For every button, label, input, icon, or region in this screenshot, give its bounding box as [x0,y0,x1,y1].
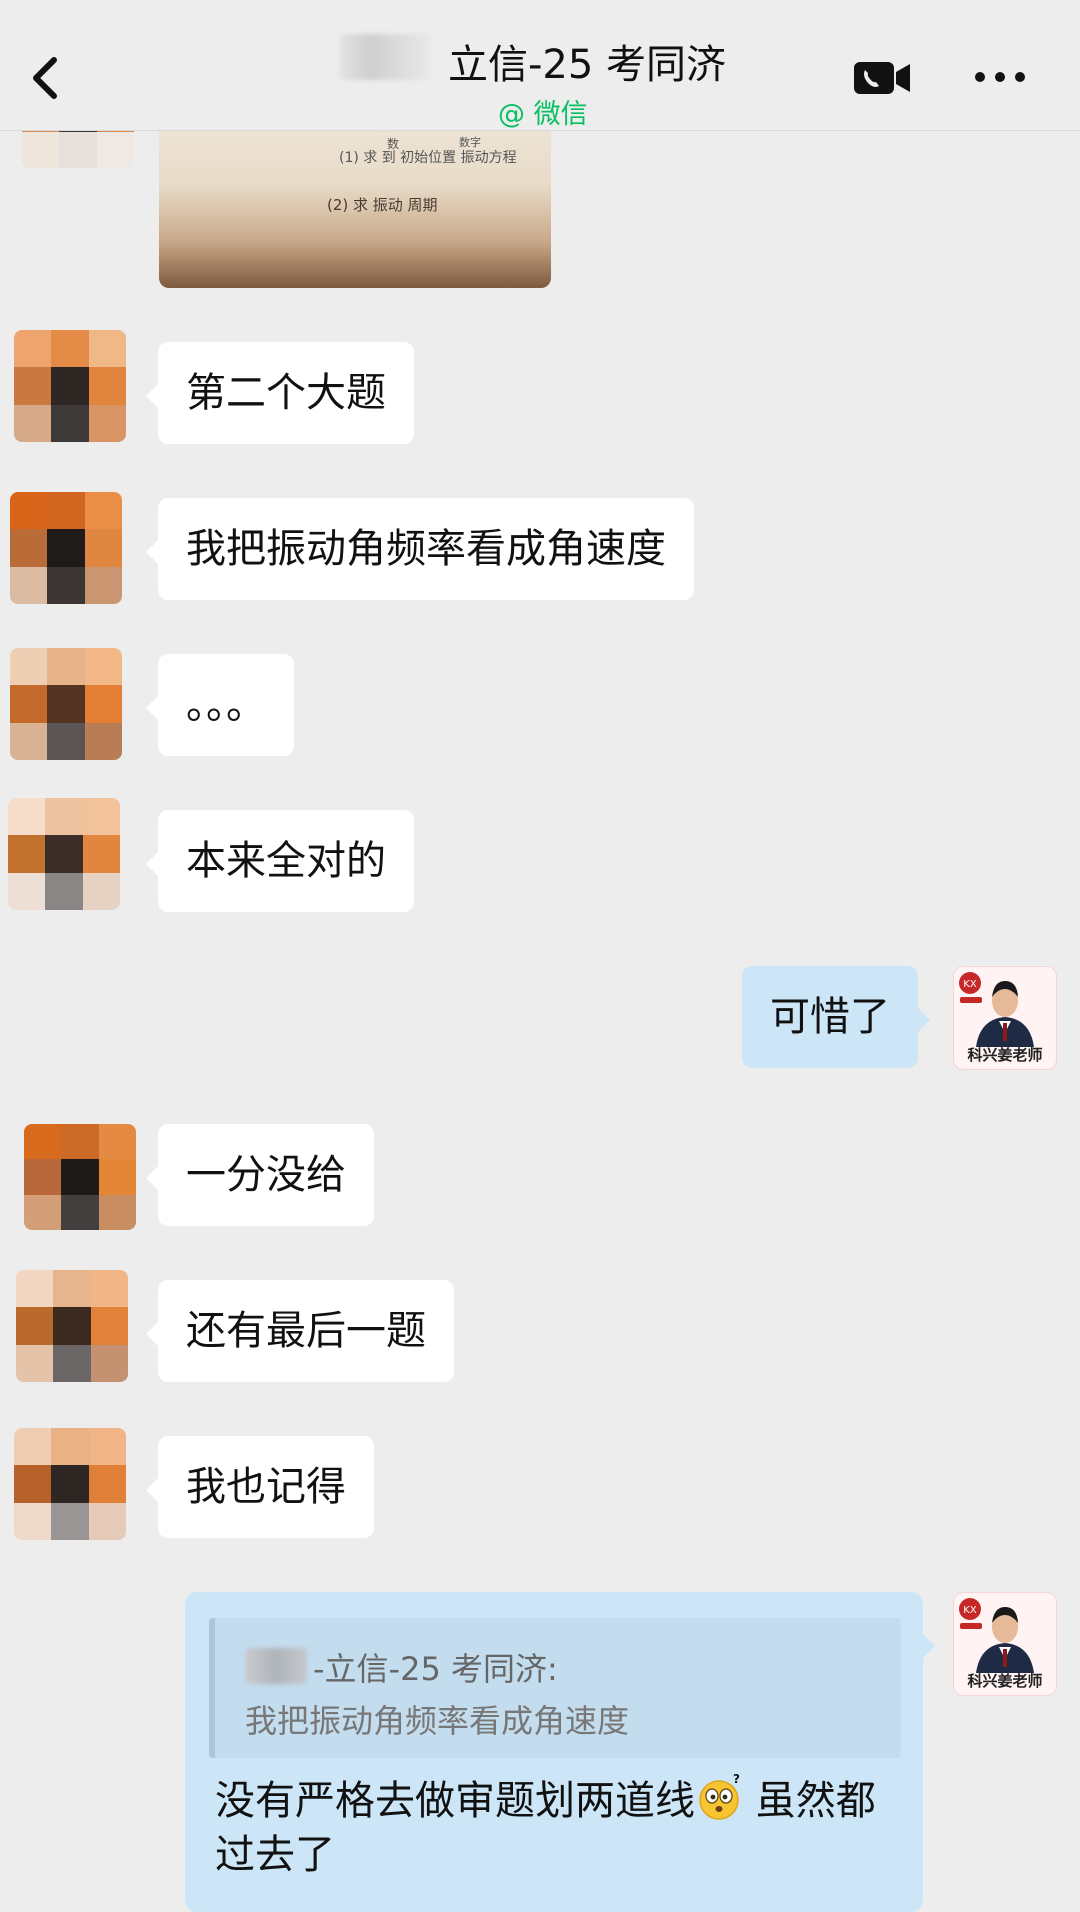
chat-title: 立信-25 考同济 [448,42,727,88]
message-bubble[interactable]: 我把振动角频率看成角速度 [146,498,694,600]
teacher-photo: KX [959,1598,1034,1673]
svg-text:(2) 求 振动 周期: (2) 求 振动 周期 [327,196,438,214]
message-bubble[interactable]: 我也记得 [146,1436,374,1538]
chat-subtitle: @ 微信 [498,99,588,130]
contact-avatar[interactable] [14,330,126,442]
svg-text:数: 数 [387,136,399,151]
svg-text:(1) 求 到 初始位置 振动方程: (1) 求 到 初始位置 振动方程 [339,149,517,166]
chat-header: 立信-25 考同济 @ 微信 [0,0,1080,131]
teacher-photo: KX [959,972,1034,1047]
svg-text:数字: 数字 [459,135,481,149]
blurred-name [245,1648,307,1684]
message-text: 还有最后一题 [186,1308,426,1354]
chat-title-area[interactable]: 立信-25 考同济 @ 微信 [340,28,760,130]
contact-avatar[interactable] [14,1428,126,1540]
video-call-icon [854,62,910,94]
message-bubble[interactable]: 第二个大题 [146,342,414,444]
message-text: 可惜了 [770,994,890,1040]
blurred-name [340,34,430,80]
svg-text:KX: KX [963,979,977,990]
message-bubble[interactable]: 。。。 [146,654,294,756]
reply-text-part: 没有严格去做审题划两道线 [215,1778,695,1824]
message-text: 本来全对的 [186,838,386,884]
message-bubble[interactable]: 一分没给 [146,1124,374,1226]
reply-text: 没有严格去做审题划两道线 ? 虽然都过去了 [215,1772,895,1882]
contact-avatar[interactable] [10,648,122,760]
message-bubble[interactable]: 本来全对的 [146,810,414,912]
chevron-left-icon [33,57,57,99]
more-icon [975,72,1025,82]
contact-avatar[interactable] [16,1270,128,1382]
quoted-text: 我把振动角频率看成角速度 [245,1702,630,1740]
quoted-sender: -立信-25 考同济: [313,1650,558,1688]
contact-avatar[interactable] [8,798,120,910]
message-text: 我也记得 [186,1464,346,1510]
my-avatar[interactable]: KX 科兴姜老师 [953,966,1057,1070]
teacher-name: 科兴姜老师 [967,1672,1043,1690]
quoted-message[interactable]: -立信-25 考同济: 我把振动角频率看成角速度 [209,1618,901,1758]
message-bubble[interactable]: 还有最后一题 [146,1280,454,1382]
video-call-button[interactable] [852,58,912,98]
my-avatar[interactable]: KX 科兴姜老师 [953,1592,1057,1696]
my-message-bubble[interactable]: 可惜了 [742,966,930,1068]
message-text: 第二个大题 [186,370,386,416]
message-text: 一分没给 [186,1152,346,1198]
thinking-face-emoji-icon: ? [695,1772,743,1822]
message-text: 。。。 [186,682,266,728]
svg-text:KX: KX [963,1605,977,1616]
message-text: 我把振动角频率看成角速度 [186,526,666,572]
svg-text:?: ? [733,1774,740,1786]
teacher-name: 科兴姜老师 [967,1046,1043,1064]
contact-avatar[interactable] [24,1124,136,1230]
back-button[interactable] [26,48,66,108]
quote-reply-bubble[interactable]: -立信-25 考同济: 我把振动角频率看成角速度 没有严格去做审题划两道线 ? … [185,1592,935,1912]
contact-avatar[interactable] [10,492,122,604]
more-options-button[interactable] [972,62,1028,92]
